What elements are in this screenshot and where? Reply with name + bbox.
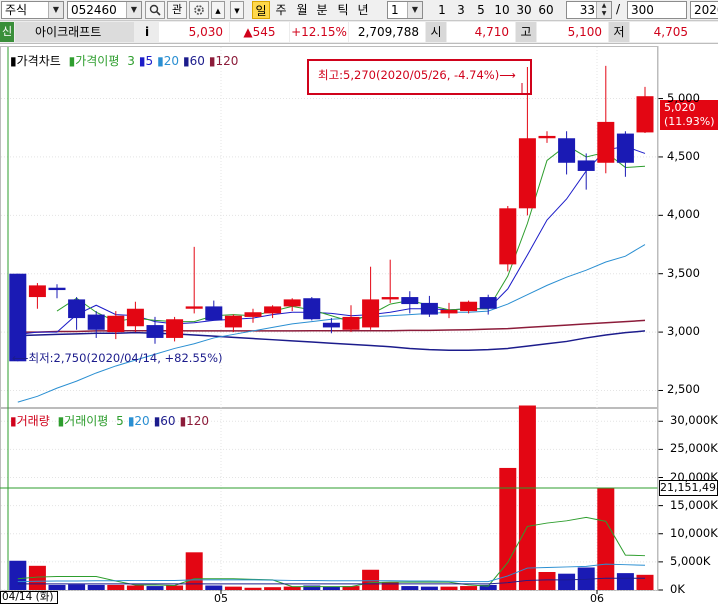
price-ma-period-0[interactable]: 3 (127, 54, 135, 68)
interval-button-4[interactable]: 30 (514, 1, 534, 19)
arrow-up-icon: ▲ (215, 7, 221, 15)
toolbar: 주식 ▼ 052460 ▼ 관 ▲ ▼ 일주월분틱년 1 ▼ 1 3 5 10 30 60… (0, 0, 718, 21)
high-label: 고 (516, 22, 536, 42)
period-button-2[interactable]: 월 (293, 1, 311, 19)
change-rate: +12.15% (290, 22, 348, 42)
settings-button[interactable] (189, 1, 209, 19)
price-legend-title: 가격차트 (16, 54, 61, 68)
market-select-value: 주식 (5, 3, 28, 17)
volume-ma-period-1[interactable]: ▮20 (128, 414, 150, 428)
price-y-tick: 4,500 (667, 148, 700, 163)
market-select[interactable]: 주식 ▼ (1, 1, 64, 19)
price-y-tick: 2,500 (667, 382, 700, 397)
volume-legend-title: 거래량 (16, 414, 50, 428)
high-annotation: 최고:5,270(2020/05/26, -4.74%)⟶ (318, 68, 516, 82)
period-button-3[interactable]: 분 (313, 1, 331, 19)
interval-select[interactable]: 1 ▼ (387, 1, 423, 19)
interval-button-5[interactable]: 60 (536, 1, 556, 19)
chevron-down-icon: ▼ (407, 2, 422, 18)
chevron-down-icon: ▼ (48, 2, 63, 18)
low-label: 저 (609, 22, 629, 42)
count-total-value: 300 (631, 3, 654, 17)
price-y-tick: 3,500 (667, 265, 700, 280)
search-icon (149, 4, 161, 16)
period-button-5[interactable]: 년 (354, 1, 372, 19)
scroll-up-button[interactable]: ▲ (211, 1, 225, 19)
count-separator: / (616, 2, 621, 16)
stock-code-value: 052460 (71, 3, 117, 17)
stock-name[interactable]: 아이크래프트 (15, 22, 134, 42)
chevron-down-icon: ▼ (126, 2, 141, 18)
price-ma-period-3[interactable]: ▮60 (183, 54, 205, 68)
interval-button-0[interactable]: 1 (434, 1, 450, 19)
volume-y-tick: 0K (670, 582, 685, 596)
interval-select-value: 1 (391, 3, 399, 17)
watchlist-button[interactable]: 관 (167, 1, 187, 19)
search-button[interactable] (145, 1, 165, 19)
last-change-value: (11.93%) (664, 115, 715, 128)
scroll-down-button[interactable]: ▼ (230, 1, 244, 19)
stepper-arrows-icon: ▲ ▼ (596, 2, 611, 18)
volume-y-tick: 15,000K (670, 497, 718, 512)
interval-button-3[interactable]: 10 (492, 1, 512, 19)
period-button-0[interactable]: 일 (252, 1, 270, 19)
interval-button-2[interactable]: 5 (472, 1, 490, 19)
volume-legend: ▮거래량 ▮거래이평 5 ▮20 ▮60 ▮120 (10, 414, 210, 428)
stock-code-input[interactable]: 052460 ▼ (67, 1, 142, 19)
arrow-down-icon: ▼ (234, 7, 240, 15)
count-stepper[interactable]: 33 ▲ ▼ (566, 1, 612, 19)
open-label: 시 (426, 22, 446, 42)
price-y-tick: 4,000 (667, 207, 700, 222)
x-axis-tick: 05 (214, 592, 228, 604)
current-price: 5,030 (159, 22, 229, 42)
count-stepper-value: 33 (579, 3, 595, 17)
price-ma-label: 가격이평 (75, 54, 120, 68)
price-ma-period-4[interactable]: ▮120 (209, 54, 239, 68)
price-ma-period-1[interactable]: ▮5 (139, 54, 153, 68)
high-value: 5,100 (537, 22, 608, 42)
date-field-value: 2020 (694, 3, 718, 17)
period-button-1[interactable]: 주 (272, 1, 290, 19)
volume-ma-period-2[interactable]: ▮60 (154, 414, 176, 428)
date-field[interactable]: 2020 (690, 1, 718, 19)
price-y-tick: 3,000 (667, 324, 700, 339)
crosshair-date-tag: 04/14 (화) (0, 591, 58, 604)
volume-chart-pane[interactable] (0, 408, 658, 591)
price-y-tick: 5,000 (667, 90, 700, 105)
trade-volume: 2,709,788 (349, 22, 425, 42)
price-legend: ▮가격차트 ▮가격이평 3 ▮5 ▮20 ▮60 ▮120 (10, 54, 239, 68)
volume-ma-period-0[interactable]: 5 (116, 414, 124, 428)
volume-ma-period-3[interactable]: ▮120 (180, 414, 210, 428)
price-ma-period-2[interactable]: ▮20 (157, 54, 179, 68)
period-button-4[interactable]: 틱 (334, 1, 352, 19)
volume-ma-label: 거래이평 (64, 414, 109, 428)
interval-button-1[interactable]: 3 (452, 1, 470, 19)
low-value: 4,705 (630, 22, 718, 42)
gear-icon (194, 5, 204, 15)
volume-y-tick: 20,000K (670, 469, 718, 484)
credit-tag: 신 (0, 22, 14, 42)
open-value: 4,710 (447, 22, 515, 42)
x-axis-tick: 06 (590, 592, 604, 604)
info-button[interactable]: i (136, 22, 158, 42)
price-change: ▲545 (230, 22, 289, 42)
volume-y-tick: 25,000K (670, 441, 718, 456)
count-total-field[interactable]: 300 (627, 1, 687, 19)
volume-y-tick: 30,000K (670, 413, 718, 428)
low-annotation: ⟵최저:2,750(2020/04/14, +82.55%) (12, 351, 223, 365)
volume-y-tick: 5,000K (670, 553, 711, 568)
quote-bar: 신 아이크래프트 i 5,030 ▲545 +12.15% 2,709,788 … (0, 21, 718, 44)
volume-y-tick: 10,000K (670, 525, 718, 540)
